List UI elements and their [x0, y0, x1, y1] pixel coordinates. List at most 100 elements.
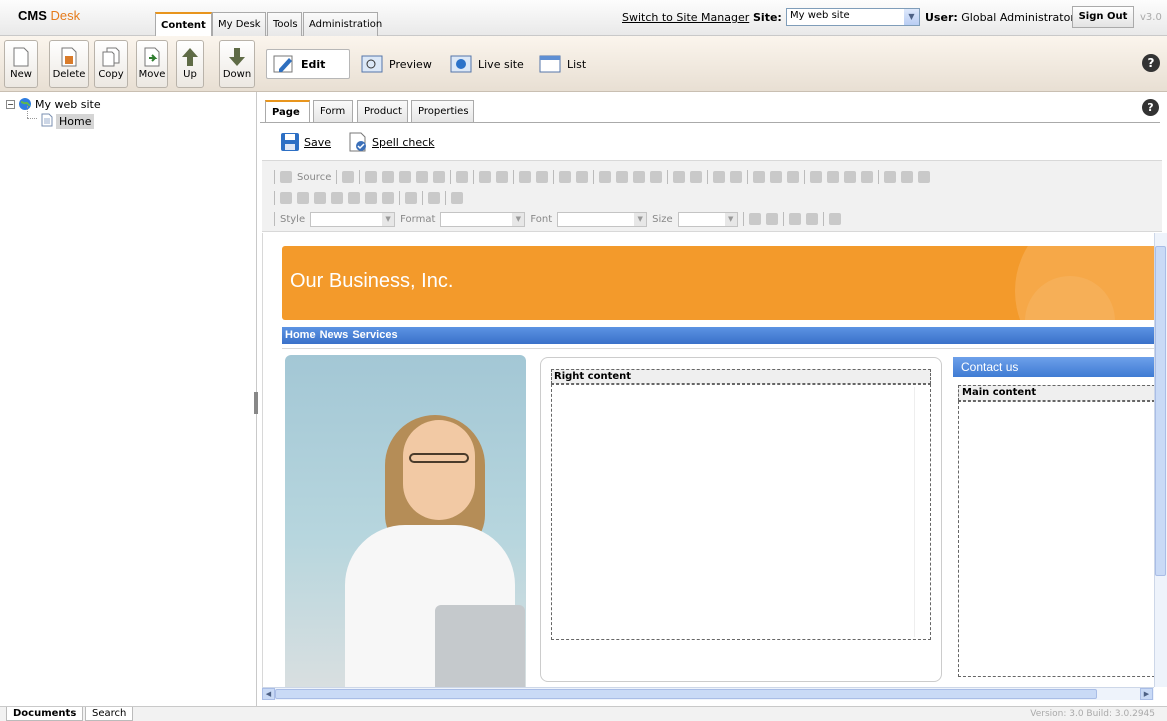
tab-product[interactable]: Product — [357, 100, 408, 122]
italic-icon[interactable] — [616, 171, 629, 183]
tab-divider — [260, 122, 1160, 123]
copy-icon[interactable] — [382, 171, 395, 183]
tab-administration[interactable]: Administration — [303, 12, 382, 36]
tree-node-home[interactable]: Home — [56, 114, 95, 129]
about-icon[interactable] — [828, 213, 841, 225]
source-button[interactable]: Source — [297, 172, 331, 183]
justify-icon[interactable] — [861, 171, 874, 183]
ordered-list-icon[interactable] — [713, 171, 726, 183]
blockquote-icon[interactable] — [787, 171, 800, 183]
format-dropdown[interactable]: ▼ — [440, 211, 526, 227]
image-icon[interactable] — [280, 192, 292, 204]
mode-preview[interactable]: Preview — [355, 49, 445, 79]
font-dropdown[interactable]: ▼ — [557, 211, 648, 227]
nav-item-news[interactable]: News — [320, 329, 349, 342]
special-char-icon[interactable] — [365, 192, 377, 204]
right-content-scrollbar[interactable] — [914, 387, 928, 637]
flash-icon[interactable] — [297, 192, 309, 204]
tab-tools[interactable]: Tools — [267, 12, 302, 36]
chevron-down-icon[interactable]: ▼ — [904, 9, 919, 25]
tree-connector — [27, 118, 37, 119]
show-blocks-icon[interactable] — [805, 213, 818, 225]
tree-node-my-web-site[interactable]: − My web site — [6, 97, 101, 111]
preview-icon — [361, 55, 383, 73]
mode-live-site[interactable]: Live site — [444, 49, 530, 79]
vertical-scroll-thumb[interactable] — [1155, 246, 1166, 576]
mode-preview-label: Preview — [389, 57, 432, 71]
source-icon[interactable] — [280, 171, 292, 183]
undo-icon[interactable] — [479, 171, 492, 183]
style-dropdown[interactable]: ▼ — [310, 211, 396, 227]
remove-format-icon[interactable] — [576, 171, 589, 183]
move-button[interactable]: Move — [136, 40, 168, 88]
anchor-icon[interactable] — [918, 171, 931, 183]
sign-out-button[interactable]: Sign Out — [1072, 6, 1134, 28]
paste-icon[interactable] — [399, 171, 412, 183]
banner-title: Our Business, Inc. — [290, 270, 454, 292]
widget-icon[interactable] — [428, 192, 440, 204]
redo-icon[interactable] — [496, 171, 509, 183]
nav-item-services[interactable]: Services — [352, 329, 397, 342]
unlink-icon[interactable] — [901, 171, 914, 183]
media-icon[interactable] — [451, 192, 463, 204]
cut-icon[interactable] — [365, 171, 378, 183]
tab-search[interactable]: Search — [85, 707, 134, 721]
indent-icon[interactable] — [770, 171, 783, 183]
maximize-icon[interactable] — [788, 213, 801, 225]
size-dropdown[interactable]: ▼ — [677, 211, 738, 227]
scroll-left-icon[interactable]: ◀ — [262, 688, 275, 700]
print-icon[interactable] — [456, 171, 469, 183]
strike-icon[interactable] — [650, 171, 663, 183]
replace-icon[interactable] — [536, 171, 549, 183]
switch-to-site-manager-link[interactable]: Switch to Site Manager — [622, 11, 749, 24]
tab-page[interactable]: Page — [265, 100, 310, 123]
table-icon[interactable] — [314, 192, 326, 204]
align-left-icon[interactable] — [810, 171, 823, 183]
smiley-icon[interactable] — [348, 192, 360, 204]
outdent-icon[interactable] — [753, 171, 766, 183]
text-color-icon[interactable] — [748, 213, 761, 225]
nav-item-home[interactable]: Home — [285, 329, 316, 342]
form-icon[interactable] — [405, 192, 417, 204]
paste-word-icon[interactable] — [433, 171, 446, 183]
horizontal-rule-icon[interactable] — [331, 192, 343, 204]
align-center-icon[interactable] — [827, 171, 840, 183]
link-icon[interactable] — [884, 171, 897, 183]
new-button[interactable]: New — [4, 40, 38, 88]
tab-documents[interactable]: Documents — [6, 707, 84, 721]
bullet-list-icon[interactable] — [730, 171, 743, 183]
bold-icon[interactable] — [599, 171, 612, 183]
scroll-right-icon[interactable]: ▶ — [1140, 688, 1153, 700]
mode-list[interactable]: List — [533, 49, 593, 79]
tab-content[interactable]: Content — [155, 12, 212, 37]
page-break-icon[interactable] — [382, 192, 394, 204]
superscript-icon[interactable] — [690, 171, 703, 183]
paste-text-icon[interactable] — [416, 171, 429, 183]
select-all-icon[interactable] — [559, 171, 572, 183]
bg-color-icon[interactable] — [765, 213, 778, 225]
save-button[interactable]: Save — [280, 132, 331, 152]
tab-my-desk[interactable]: My Desk — [212, 12, 266, 36]
align-right-icon[interactable] — [844, 171, 857, 183]
horizontal-scroll-thumb[interactable] — [275, 689, 1097, 699]
preview-doc-icon[interactable] — [342, 171, 355, 183]
copy-button[interactable]: Copy — [94, 40, 128, 88]
main-content-editor[interactable] — [958, 401, 1155, 677]
help-icon[interactable]: ? — [1142, 54, 1160, 72]
delete-button[interactable]: Delete — [49, 40, 89, 88]
tab-properties[interactable]: Properties — [411, 100, 474, 122]
subscript-icon[interactable] — [673, 171, 686, 183]
spell-check-button[interactable]: Spell check — [348, 132, 435, 152]
site-select[interactable]: My web site ▼ — [786, 8, 920, 26]
up-button[interactable]: Up — [176, 40, 204, 88]
mode-live-site-label: Live site — [478, 57, 524, 71]
find-icon[interactable] — [519, 171, 532, 183]
save-icon — [281, 133, 299, 151]
underline-icon[interactable] — [633, 171, 646, 183]
down-button[interactable]: Down — [219, 40, 255, 88]
help-icon[interactable]: ? — [1142, 99, 1159, 116]
right-content-editor[interactable] — [551, 384, 931, 640]
mode-edit[interactable]: Edit — [266, 49, 350, 79]
collapse-icon[interactable]: − — [6, 99, 15, 109]
tab-form[interactable]: Form — [313, 100, 353, 122]
